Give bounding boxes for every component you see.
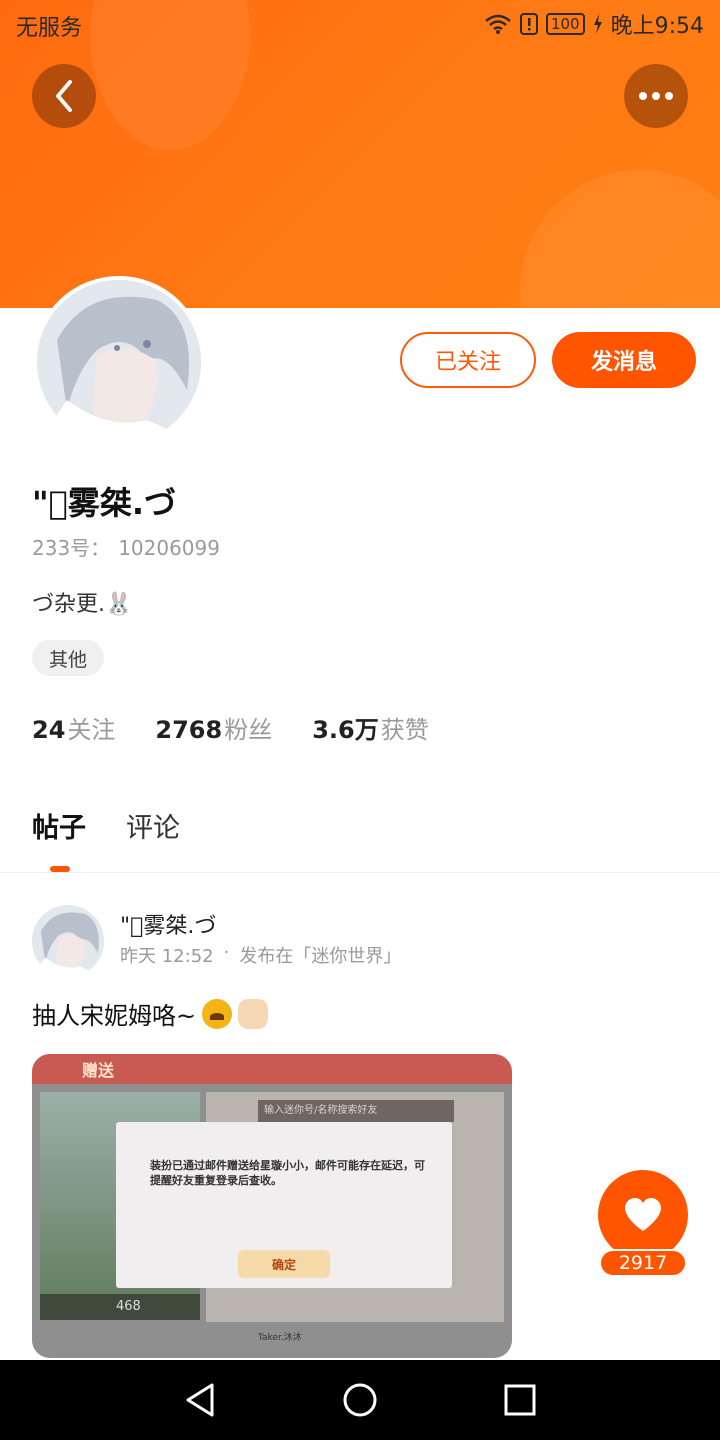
battery-level: 100	[545, 13, 585, 35]
nav-recents-icon	[504, 1384, 536, 1416]
profile-id-label: 233号：	[32, 536, 111, 560]
stat-label: 粉丝	[224, 716, 273, 744]
nav-back-button[interactable]	[178, 1378, 222, 1422]
post-text[interactable]: 抽人宋妮姆咯~	[32, 996, 269, 1031]
back-icon	[56, 80, 72, 112]
heart-icon	[625, 1198, 661, 1231]
stat-value: 24	[32, 716, 66, 744]
nav-home-button[interactable]	[338, 1378, 382, 1422]
post-location[interactable]: 发布在「迷你世界」	[239, 942, 401, 968]
stat-value: 3.6万	[312, 716, 379, 744]
tabs-divider	[0, 872, 720, 873]
game-coin-count: 468	[40, 1294, 200, 1320]
game-header-title: 赠送	[82, 1061, 115, 1080]
nav-home-icon	[343, 1383, 377, 1417]
stat-label: 获赞	[380, 716, 429, 744]
post-meta-separator: ·	[223, 942, 230, 963]
profile-id: 233号： 10206099	[32, 532, 220, 561]
post-time: 昨天 12:52	[120, 946, 214, 967]
profile-stats: 24 关注 2768 粉丝 3.6万 获赞	[32, 710, 469, 745]
post-author-avatar[interactable]	[32, 905, 104, 977]
profile-tag[interactable]: 其他	[32, 640, 104, 676]
header-decoration	[520, 170, 720, 308]
charging-icon	[593, 14, 602, 34]
profile-username: " 雾桀.づ	[32, 484, 177, 522]
nav-back-icon	[186, 1383, 214, 1417]
game-search-box: 输入迷你号/名称搜索好友	[258, 1100, 454, 1122]
content-tabs: 帖子 评论	[32, 806, 180, 845]
wifi-icon	[485, 14, 511, 34]
tab-posts[interactable]: 帖子	[32, 806, 86, 845]
game-dialog-text: 装扮已通过邮件赠送给星璇小小，邮件可能存在延迟，可提醒好友重复登录后查收。	[150, 1159, 425, 1187]
profile-avatar[interactable]	[33, 276, 205, 448]
stat-value: 2768	[155, 716, 223, 744]
post-image[interactable]: 赠送 468 输入迷你号/名称搜索好友 装扮已通过邮件赠送给星璇小小，邮件可能存…	[32, 1054, 512, 1358]
send-message-button[interactable]: 发消息	[552, 332, 696, 388]
clock-text: 晚上9:54	[610, 14, 704, 39]
game-friend-name: Taker.沐沐	[258, 1333, 302, 1343]
post-author-name[interactable]: " 雾桀.づ	[120, 908, 216, 940]
profile-id-value: 10206099	[118, 536, 220, 560]
game-dialog: 装扮已通过邮件赠送给星璇小小，邮件可能存在延迟，可提醒好友重复登录后查收。 确定	[116, 1122, 452, 1288]
post-meta: 昨天 12:52 · 发布在「迷你世界」	[120, 942, 401, 968]
more-icon	[639, 92, 673, 100]
like-button[interactable]	[598, 1170, 688, 1260]
game-dialog-ok: 确定	[238, 1250, 330, 1278]
back-button[interactable]	[32, 64, 96, 128]
dizzy-face-emoji-icon	[202, 998, 233, 1029]
profile-bio: づ杂更.🐰	[32, 592, 133, 617]
avatar-illustration	[37, 280, 201, 444]
post-text-content: 抽人宋妮姆咯~	[32, 1002, 197, 1030]
carrier-text: 无服务	[16, 16, 83, 41]
stat-likes[interactable]: 3.6万 获赞	[312, 710, 429, 745]
avatar-illustration	[32, 905, 104, 977]
tab-comments[interactable]: 评论	[126, 806, 180, 845]
more-options-button[interactable]	[624, 64, 688, 128]
nav-recents-button[interactable]	[498, 1378, 542, 1422]
alert-icon	[519, 13, 538, 35]
stat-following[interactable]: 24 关注	[32, 710, 115, 745]
system-nav-bar	[0, 1360, 720, 1440]
like-count: 2917	[599, 1249, 687, 1277]
raised-hands-emoji-icon	[238, 998, 269, 1029]
followed-button[interactable]: 已关注	[400, 332, 536, 388]
status-bar: 无服务 100 晚上9:54	[0, 0, 720, 50]
stat-label: 关注	[67, 716, 116, 744]
stat-followers[interactable]: 2768 粉丝	[155, 710, 272, 745]
status-right: 100 晚上9:54	[484, 8, 704, 40]
